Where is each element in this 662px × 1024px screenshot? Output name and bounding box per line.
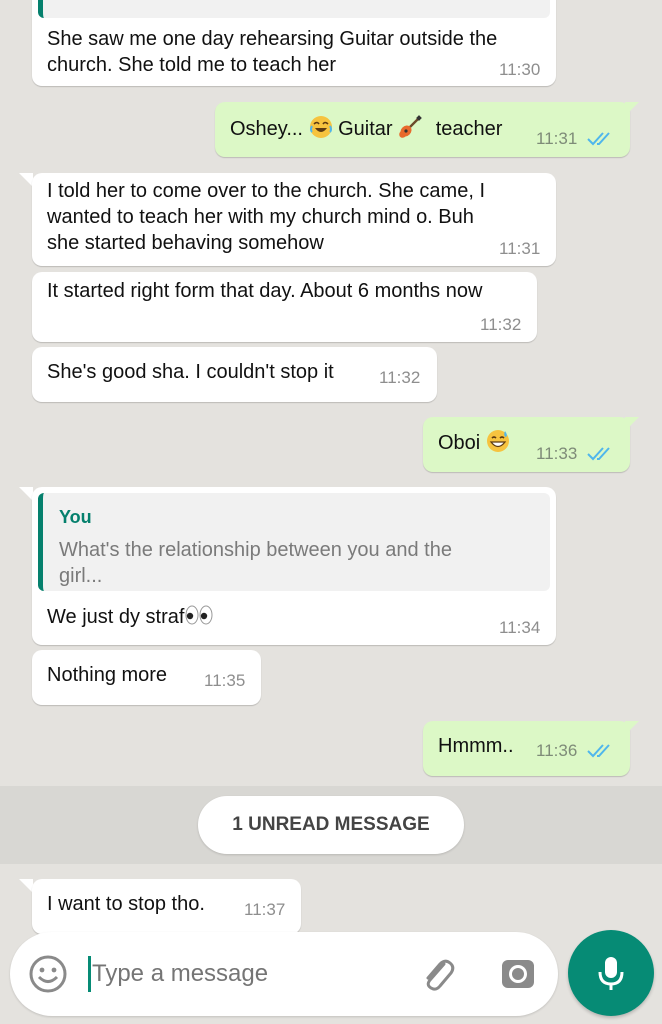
microphone-icon: [598, 957, 624, 990]
read-receipt-icon: [587, 132, 610, 146]
unread-message-banner: 1 UNREAD MESSAGE: [198, 796, 464, 854]
message-input[interactable]: [92, 948, 402, 1000]
bubble-tail: [625, 102, 639, 116]
message-text: We just dy straf: [47, 603, 214, 630]
message-bubble-incoming[interactable]: It started right form that day. About 6 …: [32, 272, 537, 342]
grinning-sweat-emoji: [486, 430, 509, 452]
message-bubble-outgoing[interactable]: Hmmm.. 11:36: [423, 721, 639, 776]
read-receipt-icon: [587, 447, 610, 461]
bubble-tail: [19, 487, 33, 501]
message-text: Oshey... Guitar teacher: [230, 115, 502, 142]
camera-icon[interactable]: [498, 954, 538, 994]
message-bubble-incoming[interactable]: I want to stop tho. 11:37: [32, 879, 301, 934]
message-text: Nothing more: [47, 664, 168, 686]
message-time: 11:31: [499, 239, 541, 258]
quote-text: What's the relationship between you and …: [59, 539, 452, 587]
message-time: 11:32: [379, 368, 421, 387]
message-time: 11:34: [499, 618, 541, 637]
message-bubble-incoming[interactable]: You What's the relationship between you …: [32, 487, 556, 645]
message-text: She's good sha. I couldn't stop it: [47, 361, 334, 383]
eyes-emoji: [185, 605, 213, 625]
message-text: Oboi: [438, 429, 510, 456]
bubble-tail: [625, 721, 639, 735]
message-time: 11:32: [480, 315, 522, 334]
quote-author: You: [59, 507, 92, 527]
paperclip-icon[interactable]: [418, 954, 458, 994]
message-bubble-incoming[interactable]: She saw me one day rehearsing Guitar out…: [32, 0, 556, 86]
guitar-emoji: [399, 115, 422, 138]
message-time: 11:35: [204, 671, 246, 690]
text-cursor: [88, 956, 91, 992]
message-time: 11:30: [499, 60, 541, 79]
message-bubble-outgoing[interactable]: Oboi 11:33: [423, 417, 639, 472]
message-text: I want to stop tho.: [47, 893, 205, 915]
read-receipt-icon: [587, 744, 610, 758]
tears-of-joy-emoji: [309, 116, 332, 138]
message-composer: [10, 932, 558, 1016]
quoted-message[interactable]: You What's the relationship between you …: [38, 493, 550, 591]
quoted-message-clipped[interactable]: [38, 0, 550, 18]
message-text: It started right form that day. About 6 …: [47, 280, 483, 302]
message-time: 11:37: [244, 900, 286, 919]
message-text: Hmmm..: [438, 735, 514, 757]
bubble-tail: [19, 173, 33, 187]
message-bubble-incoming[interactable]: She's good sha. I couldn't stop it 11:32: [32, 347, 437, 402]
message-time: 11:31: [536, 129, 578, 148]
message-text: She saw me one day rehearsing Guitar out…: [47, 28, 498, 76]
bubble-tail: [625, 417, 639, 431]
message-bubble-incoming[interactable]: I told her to come over to the church. S…: [32, 173, 556, 266]
message-bubble-outgoing[interactable]: Oshey... Guitar teacher 11:31: [215, 102, 639, 157]
bubble-tail: [19, 879, 33, 893]
smiley-icon[interactable]: [28, 954, 68, 994]
microphone-button[interactable]: [568, 930, 654, 1016]
message-bubble-incoming[interactable]: Nothing more 11:35: [32, 650, 261, 705]
message-time: 11:36: [536, 741, 578, 760]
message-text: I told her to come over to the church. S…: [47, 180, 485, 254]
message-time: 11:33: [536, 444, 578, 463]
